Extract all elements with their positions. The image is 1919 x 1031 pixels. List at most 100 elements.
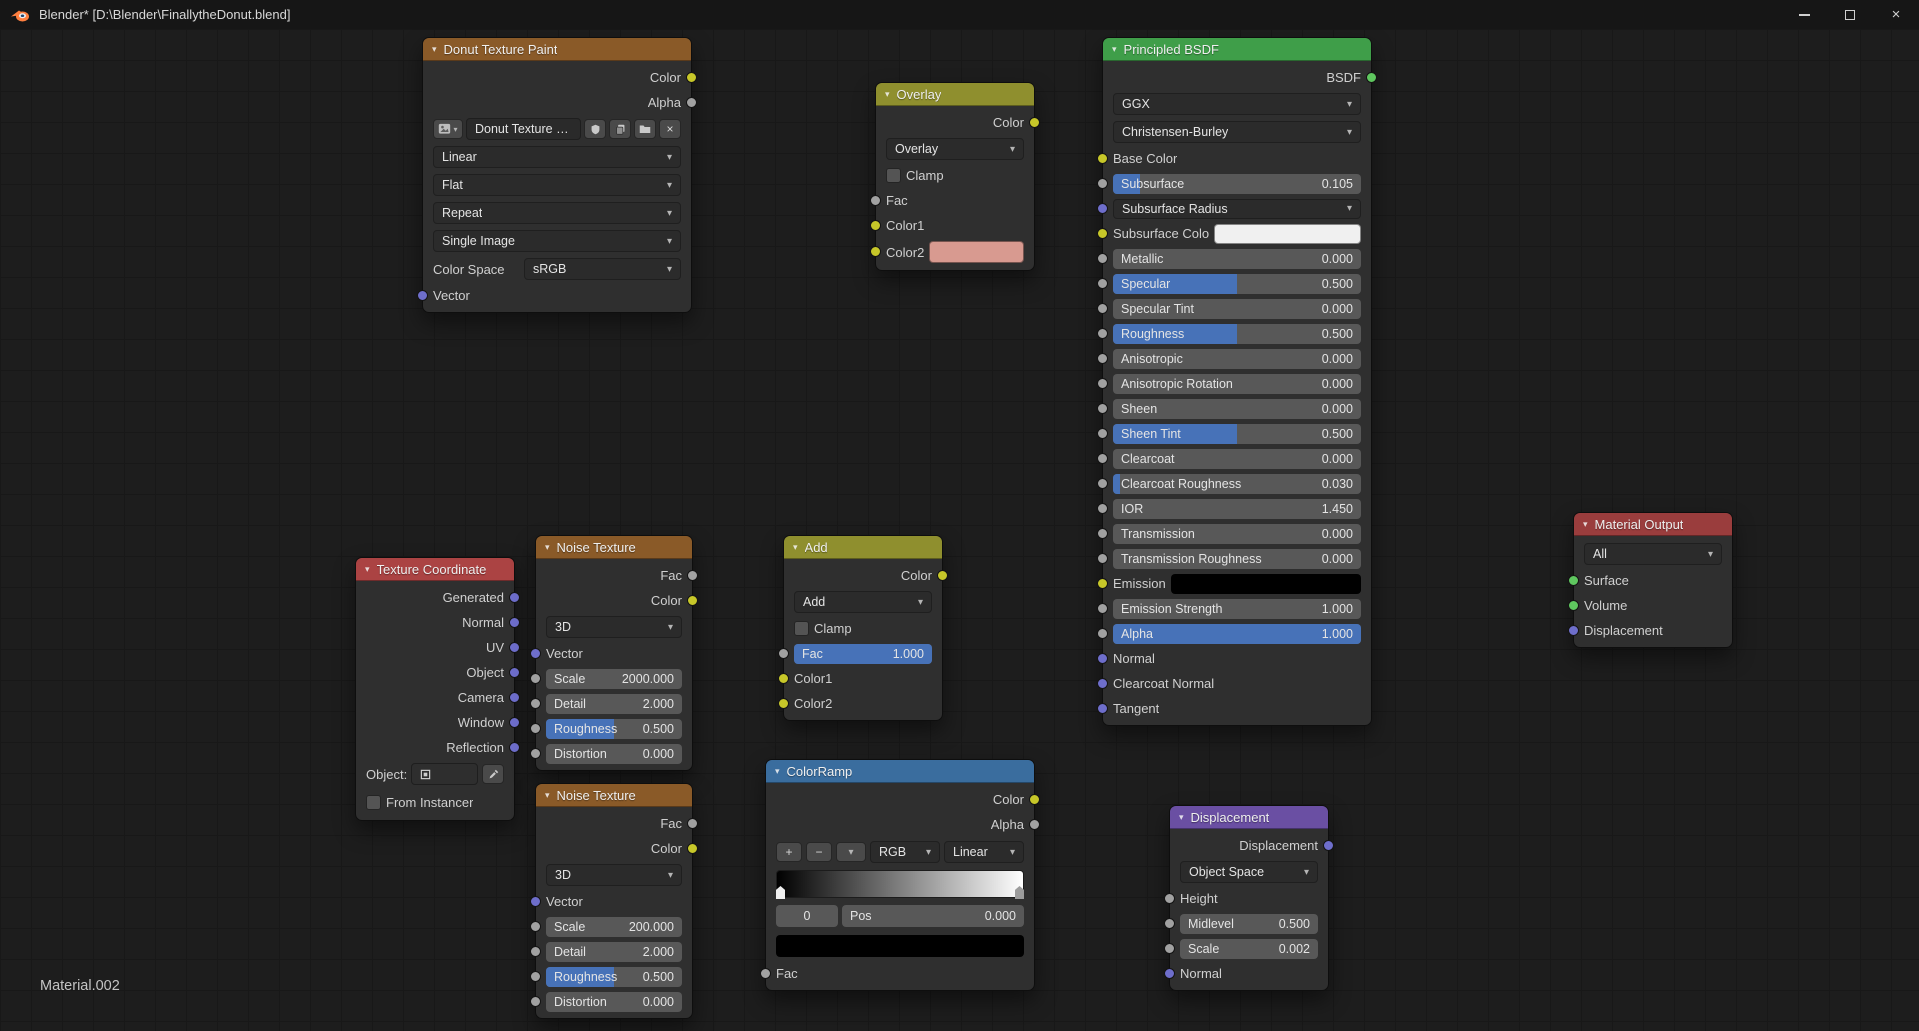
normal-output-socket[interactable] (509, 617, 520, 628)
object-output-socket[interactable] (509, 667, 520, 678)
node-header[interactable]: ▾ Principled BSDF (1103, 38, 1371, 61)
subsurface-radius-input-socket[interactable] (1097, 203, 1108, 214)
camera-output-socket[interactable] (509, 692, 520, 703)
ior-field[interactable]: IOR 1.450 (1113, 499, 1361, 519)
distortion-input-socket[interactable] (530, 996, 541, 1007)
from-instancer-checkbox[interactable] (366, 795, 381, 810)
color-mode-dropdown[interactable]: RGB ▾ (870, 841, 940, 863)
new-image-button[interactable] (609, 119, 631, 139)
displacement-input-socket[interactable] (1568, 625, 1579, 636)
node-header[interactable]: ▾ ColorRamp (766, 760, 1034, 783)
interpolation-dropdown[interactable]: Linear ▾ (944, 841, 1024, 863)
anisotropic-slider[interactable]: Anisotropic 0.000 (1113, 349, 1361, 369)
emission-swatch[interactable] (1171, 574, 1361, 594)
detail-field[interactable]: Detail 2.000 (546, 942, 682, 962)
minimize-button[interactable] (1781, 0, 1827, 29)
node-texture-coordinate[interactable]: ▾ Texture Coordinate Generated Normal UV… (355, 557, 515, 821)
eyedropper-button[interactable] (482, 764, 504, 784)
alpha-output-socket[interactable] (1029, 819, 1040, 830)
subsurface-color-swatch[interactable] (1214, 224, 1361, 244)
stop-color-swatch[interactable] (776, 935, 1024, 957)
color1-input-socket[interactable] (778, 673, 789, 684)
node-header[interactable]: ▾ Texture Coordinate (356, 558, 514, 581)
roughness-input-socket[interactable] (530, 723, 541, 734)
color2-input-socket[interactable] (778, 698, 789, 709)
collapse-icon[interactable]: ▾ (885, 90, 890, 99)
blend-mode-dropdown[interactable]: Overlay ▾ (886, 138, 1024, 160)
node-header[interactable]: ▾ Overlay (876, 83, 1034, 106)
space-dropdown[interactable]: Object Space ▾ (1180, 861, 1318, 883)
dimensions-dropdown[interactable]: 3D ▾ (546, 864, 682, 886)
node-noise-texture-2[interactable]: ▾ Noise Texture Fac Color 3D ▾ Vector (535, 783, 693, 1019)
color-output-socket[interactable] (937, 570, 948, 581)
color-space-dropdown[interactable]: sRGB ▾ (524, 258, 681, 280)
specular-tint-slider[interactable]: Specular Tint 0.000 (1113, 299, 1361, 319)
sheen-tint-input-socket[interactable] (1097, 428, 1108, 439)
tangent-input-socket[interactable] (1097, 703, 1108, 714)
sss-method-dropdown[interactable]: Christensen-Burley ▾ (1113, 121, 1361, 143)
transmission-slider[interactable]: Transmission 0.000 (1113, 524, 1361, 544)
midlevel-field[interactable]: Midlevel 0.500 (1180, 914, 1318, 934)
node-material-output[interactable]: ▾ Material Output All ▾ Surface Volume D… (1573, 512, 1733, 648)
color1-input-socket[interactable] (870, 220, 881, 231)
collapse-icon[interactable]: ▾ (1179, 813, 1184, 822)
surface-input-socket[interactable] (1568, 575, 1579, 586)
unlink-image-button[interactable]: × (659, 119, 681, 139)
transmission-roughness-input-socket[interactable] (1097, 553, 1108, 564)
color-output-socket[interactable] (687, 843, 698, 854)
clearcoat-normal-input-socket[interactable] (1097, 678, 1108, 689)
fac-input-socket[interactable] (870, 195, 881, 206)
distribution-dropdown[interactable]: GGX ▾ (1113, 93, 1361, 115)
add-stop-button[interactable]: + (776, 842, 802, 862)
fac-input-socket[interactable] (760, 968, 771, 979)
node-displacement[interactable]: ▾ Displacement Displacement Object Space… (1169, 805, 1329, 991)
anisotropic-input-socket[interactable] (1097, 353, 1108, 364)
color-output-socket[interactable] (1029, 794, 1040, 805)
window-output-socket[interactable] (509, 717, 520, 728)
midlevel-input-socket[interactable] (1164, 918, 1175, 929)
transmission-input-socket[interactable] (1097, 528, 1108, 539)
color-output-socket[interactable] (687, 595, 698, 606)
normal-input-socket[interactable] (1164, 968, 1175, 979)
fac-output-socket[interactable] (687, 570, 698, 581)
node-noise-texture-1[interactable]: ▾ Noise Texture Fac Color 3D ▾ Vector (535, 535, 693, 771)
roughness-input-socket[interactable] (530, 971, 541, 982)
sheen-tint-slider[interactable]: Sheen Tint 0.500 (1113, 424, 1361, 444)
specular-tint-input-socket[interactable] (1097, 303, 1108, 314)
roughness-slider[interactable]: Roughness 0.500 (1113, 324, 1361, 344)
extension-dropdown[interactable]: Repeat ▾ (433, 202, 681, 224)
uv-output-socket[interactable] (509, 642, 520, 653)
subsurface-color-input-socket[interactable] (1097, 228, 1108, 239)
subsurface-radius-dropdown[interactable]: Subsurface Radius ▾ (1113, 199, 1361, 219)
node-principled-bsdf[interactable]: ▾ Principled BSDF BSDF GGX ▾ Christensen… (1102, 37, 1372, 726)
distortion-field[interactable]: Distortion 0.000 (546, 744, 682, 764)
source-dropdown[interactable]: Single Image ▾ (433, 230, 681, 252)
detail-input-socket[interactable] (530, 946, 541, 957)
node-header[interactable]: ▾ Displacement (1170, 806, 1328, 829)
clearcoat-input-socket[interactable] (1097, 453, 1108, 464)
node-mix-add[interactable]: ▾ Add Color Add ▾ Clamp (783, 535, 943, 721)
maximize-button[interactable] (1827, 0, 1873, 29)
color-output-socket[interactable] (686, 72, 697, 83)
close-button[interactable]: × (1873, 0, 1919, 29)
clearcoat-roughness-input-socket[interactable] (1097, 478, 1108, 489)
base-color-input-socket[interactable] (1097, 153, 1108, 164)
displacement-output-socket[interactable] (1323, 840, 1334, 851)
alpha-slider[interactable]: Alpha 1.000 (1113, 624, 1361, 644)
vector-input-socket[interactable] (530, 648, 541, 659)
node-header[interactable]: ▾ Add (784, 536, 942, 559)
bsdf-output-socket[interactable] (1366, 72, 1377, 83)
vector-input-socket[interactable] (530, 896, 541, 907)
image-browse-button[interactable]: ▾ (433, 119, 463, 139)
node-header[interactable]: ▾ Noise Texture (536, 784, 692, 807)
clamp-checkbox[interactable] (886, 168, 901, 183)
collapse-icon[interactable]: ▾ (432, 45, 437, 54)
roughness-input-socket[interactable] (1097, 328, 1108, 339)
node-colorramp[interactable]: ▾ ColorRamp Color Alpha + − ▾ RGB ▾ (765, 759, 1035, 991)
collapse-icon[interactable]: ▾ (545, 543, 550, 552)
dimensions-dropdown[interactable]: 3D ▾ (546, 616, 682, 638)
reflection-output-socket[interactable] (509, 742, 520, 753)
collapse-icon[interactable]: ▾ (793, 543, 798, 552)
specular-input-socket[interactable] (1097, 278, 1108, 289)
color2-input-socket[interactable] (870, 246, 881, 257)
